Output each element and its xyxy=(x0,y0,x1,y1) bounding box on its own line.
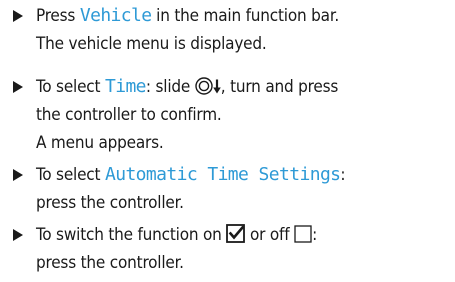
vehicle-keyword: Vehicle xyxy=(79,5,152,26)
step-2-text-mid: : slide xyxy=(145,77,195,97)
step-3-text: To select xyxy=(36,165,105,185)
step-2-line-2: the controller to confirm. xyxy=(36,105,222,125)
step-3-text-post: : xyxy=(340,165,346,185)
step-1-line-1: Press Vehicle in the main function bar. xyxy=(36,2,455,30)
triangle-bullet-icon xyxy=(13,229,23,241)
triangle-bullet-icon xyxy=(13,81,23,93)
step-1-text-post: in the main function bar. xyxy=(151,6,339,26)
automatic-time-settings-keyword: Automatic Time Settings xyxy=(104,164,341,185)
triangle-bullet-icon xyxy=(13,169,23,181)
time-keyword: Time xyxy=(104,76,147,97)
step-3-line-2: press the controller. xyxy=(36,193,184,213)
step-4-text: To switch the function on xyxy=(36,225,227,245)
instruction-step-1: Press Vehicle in the main function bar. … xyxy=(0,2,455,58)
instruction-step-2: To select Time: slide , turn and press t… xyxy=(0,73,455,157)
checkbox-checked-icon xyxy=(226,224,246,243)
step-3-line-1: To select Automatic Time Settings: xyxy=(36,161,455,189)
step-2-text-post: , turn and press xyxy=(220,77,339,97)
step-2-line-1: To select Time: slide , turn and press xyxy=(36,73,455,101)
checkbox-empty-icon xyxy=(294,225,312,243)
step-1-text: Press xyxy=(36,6,80,26)
instruction-page: Press Vehicle in the main function bar. … xyxy=(0,0,455,282)
triangle-bullet-icon xyxy=(13,10,23,22)
controller-slide-down-icon xyxy=(195,77,221,95)
step-2-text: To select xyxy=(36,77,105,97)
step-4-line-1: To switch the function on or off : xyxy=(36,221,455,249)
instruction-step-4: To switch the function on or off : press… xyxy=(0,221,455,277)
step-4-text-mid: or off xyxy=(245,225,295,245)
instruction-step-3: To select Automatic Time Settings: press… xyxy=(0,161,455,217)
step-4-line-2: press the controller. xyxy=(36,253,184,273)
step-4-text-post: : xyxy=(312,225,318,245)
step-1-line-2: The vehicle menu is displayed. xyxy=(36,34,267,54)
step-2-line-3: A menu appears. xyxy=(36,133,164,153)
